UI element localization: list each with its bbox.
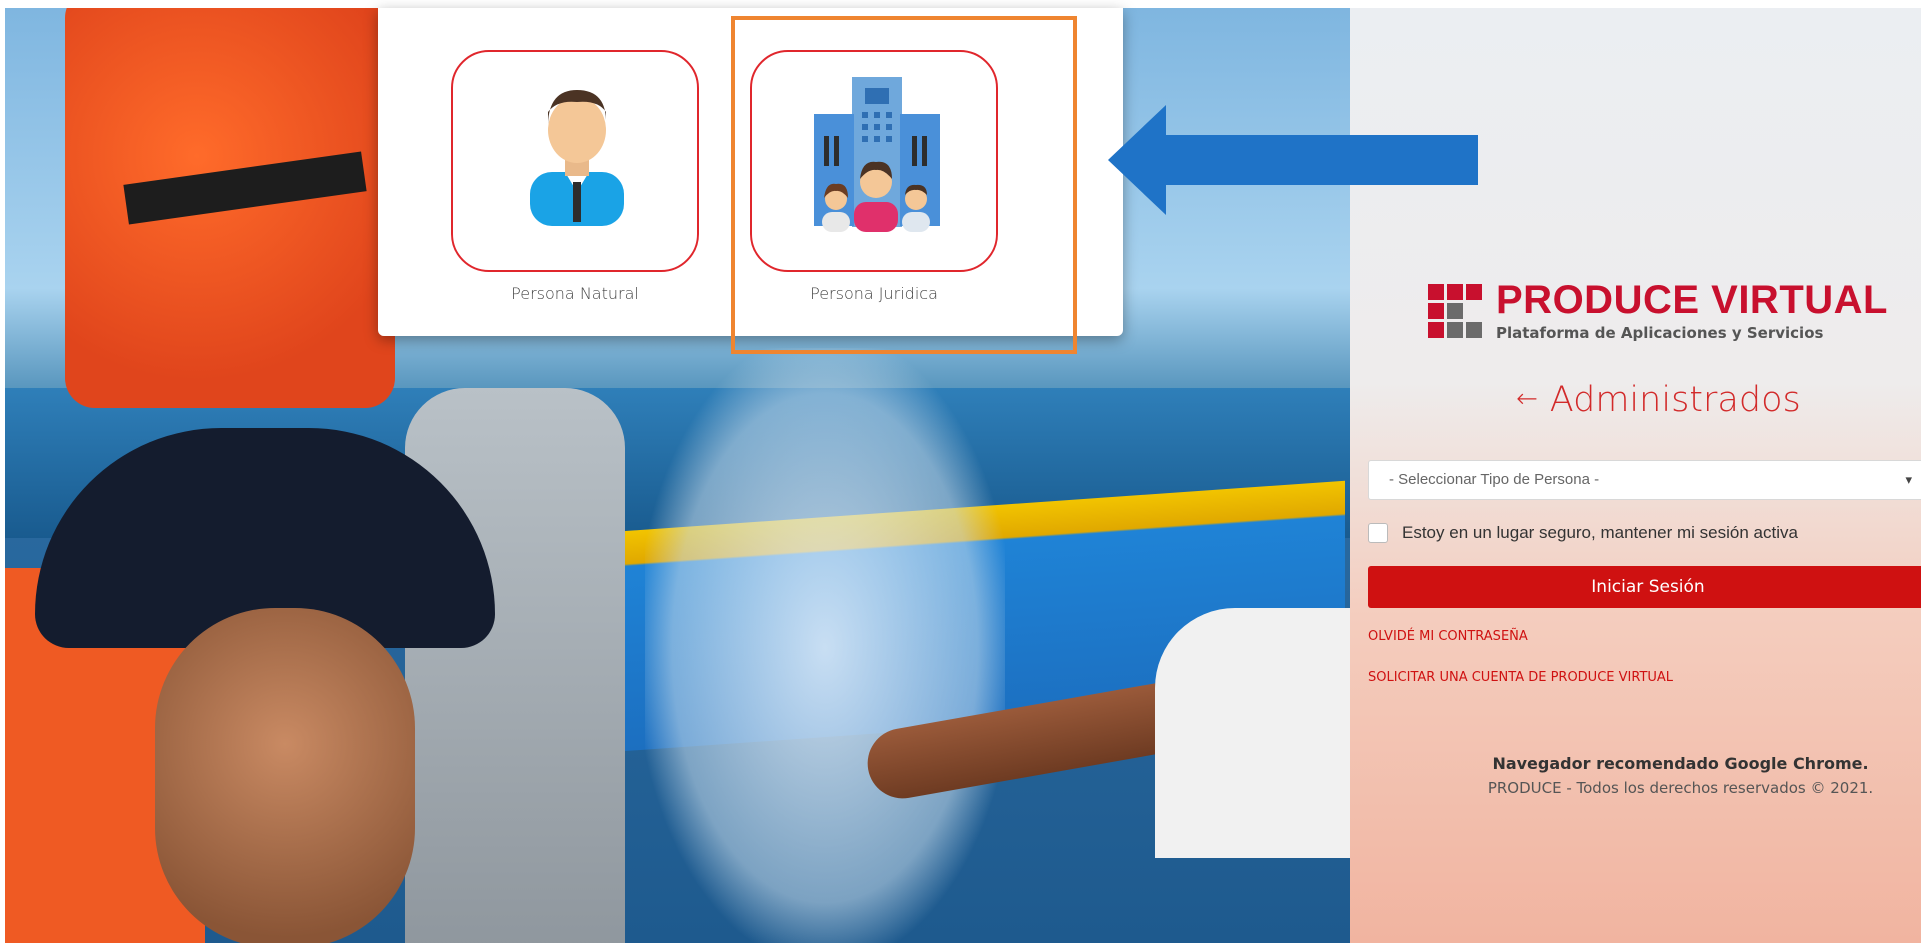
person-type-select[interactable]: - Seleccionar Tipo de Persona - ▾ bbox=[1368, 460, 1921, 500]
page-title: ← Administrados bbox=[1516, 380, 1801, 420]
option-persona-natural-label: Persona Natural bbox=[511, 284, 639, 303]
forgot-password-link[interactable]: OLVIDÉ MI CONTRASEÑA bbox=[1368, 629, 1528, 644]
brand-title: PRODUCE VIRTUAL bbox=[1496, 278, 1888, 322]
person-icon bbox=[530, 90, 624, 226]
remember-session-checkbox[interactable] bbox=[1368, 523, 1388, 543]
highlight-box-persona-juridica bbox=[731, 16, 1077, 354]
person-type-select-value: - Seleccionar Tipo de Persona - bbox=[1389, 471, 1600, 488]
back-arrow-icon[interactable]: ← bbox=[1516, 384, 1538, 414]
chevron-down-icon: ▾ bbox=[1905, 472, 1912, 487]
logo-mark-icon bbox=[1428, 284, 1482, 338]
remember-session-label: Estoy en un lugar seguro, mantener mi se… bbox=[1402, 523, 1798, 542]
request-account-link[interactable]: SOLICITAR UNA CUENTA DE PRODUCE VIRTUAL bbox=[1368, 670, 1673, 685]
footer-browser-note: Navegador recomendado Google Chrome. bbox=[1492, 754, 1869, 773]
option-persona-natural-box[interactable] bbox=[451, 50, 699, 272]
login-button[interactable]: Iniciar Sesión bbox=[1368, 566, 1921, 608]
left-arrow-icon bbox=[1108, 105, 1478, 215]
footer-copyright: PRODUCE - Todos los derechos reservados … bbox=[1487, 779, 1874, 797]
remember-session-row: Estoy en un lugar seguro, mantener mi se… bbox=[1368, 523, 1798, 543]
option-persona-natural[interactable]: Persona Natural bbox=[451, 50, 699, 303]
page-title-text: Administrados bbox=[1549, 380, 1801, 420]
produce-virtual-logo: PRODUCE VIRTUAL Plataforma de Aplicacion… bbox=[1428, 280, 1888, 342]
brand-subtitle: Plataforma de Aplicaciones y Servicios bbox=[1496, 324, 1824, 342]
